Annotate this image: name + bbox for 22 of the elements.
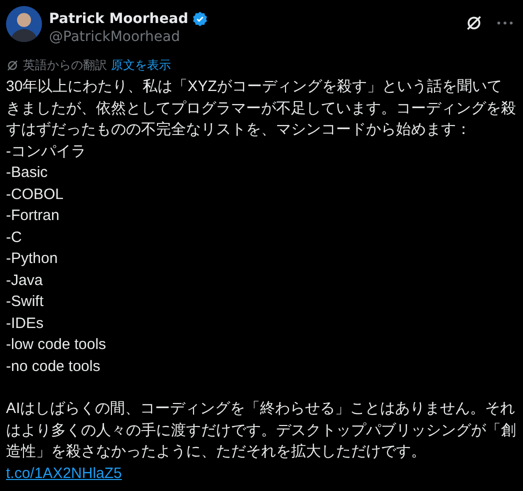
avatar[interactable] — [6, 6, 42, 42]
list-item: -COBOL — [6, 184, 65, 204]
list-item: -コンパイラ — [6, 142, 87, 162]
tweet-link[interactable]: t.co/1AX2NHlaZ5 — [6, 462, 122, 484]
tweet-text: AIはしばらくの間、コーディングを「終わらせる」ことはありません。それはより多くの人々の手に渡すだけです。デスクトップパブリッシングが「創造性」を殺さなかったように、ただそれを拡大しただけです。 — [6, 399, 516, 462]
list-item: -no code tools — [6, 356, 102, 376]
slashed-circle-icon — [6, 59, 19, 72]
author-name[interactable]: Patrick Moorhead — [49, 11, 188, 27]
list-item: -Python — [6, 249, 59, 269]
list-item: -low code tools — [6, 335, 108, 355]
list-item: -Basic — [6, 163, 49, 183]
more-icon[interactable] — [497, 21, 513, 25]
slashed-circle-icon[interactable] — [465, 14, 483, 32]
list-item: -IDEs — [6, 314, 44, 334]
list-item: -Fortran — [6, 206, 60, 226]
author-handle[interactable]: @PatrickMoorhead — [49, 29, 458, 45]
translation-label: 英語からの翻訳 — [23, 57, 107, 74]
list-item: -C — [6, 228, 23, 248]
list-item: -Java — [6, 270, 44, 290]
show-original-link[interactable]: 原文を表示 — [111, 57, 171, 74]
list-item: -Swift — [6, 292, 44, 312]
tweet-text: 30年以上にわたり、私は「XYZがコーディングを殺す」という話を聞いてきましたが、依然としてプログラマーが不足しています。コーディングを殺すはずだったものの不完全なリストを、マシンコードから始めます： — [6, 77, 516, 140]
